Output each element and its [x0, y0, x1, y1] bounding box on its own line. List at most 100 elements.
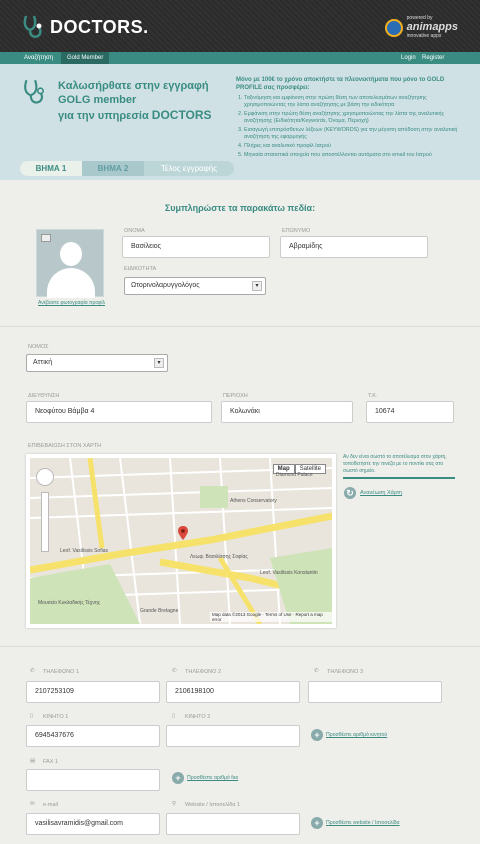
- map-street-label: Leof. Vasilissis Konstantin: [260, 570, 318, 576]
- welcome-banner: Καλωσήρθατε στην εγγραφή GOLG member για…: [0, 64, 480, 180]
- powered-brand: animapps: [406, 21, 458, 33]
- nav-bar: Αναζήτηση Gold Member Login Register: [0, 52, 480, 64]
- logo-text: DOCTORS.: [50, 16, 149, 37]
- phone2-label: ✆ ΤΗΛΕΦΩΝΟ 2: [172, 668, 222, 675]
- website-field[interactable]: [166, 813, 300, 835]
- phone-icon: ✆: [314, 668, 319, 674]
- avatar-head: [60, 242, 82, 266]
- doctors-logo[interactable]: DOCTORS.: [22, 14, 149, 40]
- refresh-map-button[interactable]: ↻ Ανανέωση Χάρτη: [344, 487, 402, 499]
- specialty-select[interactable]: Ωτορινολαρυγγολόγος ▾: [124, 277, 266, 295]
- surname-label: ΕΠΩΝΥΜΟ: [282, 228, 311, 234]
- benefit-item: Εμφάνιση στην πρώτη θέση αναζήτησης χρησ…: [244, 111, 462, 125]
- banner-title-3b: DOCTORS: [151, 108, 212, 122]
- powered-by-badge[interactable]: powered by animapps innovative apps: [384, 14, 458, 41]
- map-place-label: Athens Conservatory: [230, 498, 277, 504]
- step-1: ΒΗΜΑ 1: [20, 161, 82, 176]
- refresh-icon: ↻: [344, 487, 356, 499]
- fax-icon: ▤: [30, 758, 36, 764]
- profile-photo-placeholder[interactable]: [36, 229, 104, 298]
- mobile-icon: ▯: [172, 713, 176, 719]
- dropdown-caret-icon: ▾: [252, 281, 262, 291]
- stethoscope-icon: [24, 79, 44, 104]
- phone3-label: ✆ ΤΗΛΕΦΩΝΟ 3: [314, 668, 364, 675]
- add-mobile-button[interactable]: + Προσθέστε αριθμό κινητού: [311, 729, 387, 741]
- nav-register[interactable]: Register: [416, 52, 450, 64]
- surname-field[interactable]: Αβραμίδης: [280, 236, 428, 258]
- benefits-intro: Μόνο με 100€ το χρόνο αποκτήστε τα πλεον…: [236, 77, 445, 91]
- benefit-item: Ταξινόμηση και εμφάνιση στην πρώτη θέση …: [244, 95, 462, 109]
- avatar-body: [47, 268, 95, 298]
- banner-title-2: GOLG member: [58, 94, 137, 106]
- banner-title-1: Καλωσήρθατε στην εγγραφή: [58, 80, 209, 92]
- specialty-value: Ωτορινολαρυγγολόγος: [131, 282, 200, 289]
- fax1-field[interactable]: [26, 769, 160, 791]
- phone2-field[interactable]: 2106198100: [166, 681, 300, 703]
- upload-image-icon[interactable]: [41, 234, 51, 242]
- area-label: ΠΕΡΙΟΧΗ: [223, 393, 248, 399]
- plus-icon: +: [311, 729, 323, 741]
- mail-icon: ✉: [30, 801, 35, 807]
- map-pin-icon[interactable]: [178, 526, 188, 540]
- nav-search[interactable]: Αναζήτηση: [18, 52, 59, 64]
- mobile2-label: ▯ ΚΙΝΗΤΟ 2: [172, 713, 211, 720]
- benefits-panel: Μόνο με 100€ το χρόνο αποκτήστε τα πλεον…: [236, 76, 462, 161]
- name-field[interactable]: Βασίλειος: [122, 236, 270, 258]
- mobile2-field[interactable]: [166, 725, 300, 747]
- location-map[interactable]: Map Satellite Leof. Vasilissis Sofias Λε…: [26, 454, 336, 628]
- specialty-label: ΕΙΔΙΚΟΤΗΤΑ: [124, 266, 157, 272]
- zip-field[interactable]: 10674: [366, 401, 454, 423]
- phone1-field[interactable]: 2107253109: [26, 681, 160, 703]
- map-help-text: Αν δεν είναι σωστό το αποτέλεσμα στον χά…: [343, 454, 447, 474]
- link-icon: ⚲: [172, 801, 177, 807]
- add-mobile-label: Προσθέστε αριθμό κινητού: [326, 732, 388, 738]
- mobile-icon: ▯: [30, 713, 34, 719]
- phone3-field[interactable]: [308, 681, 442, 703]
- help-underline: [343, 477, 455, 479]
- phone1-label: ✆ ΤΗΛΕΦΩΝΟ 1: [30, 668, 80, 675]
- fax1-label: ▤ FAX 1: [30, 758, 58, 765]
- email-field[interactable]: vasilisavramidis@gmail.com: [26, 813, 160, 835]
- add-website-button[interactable]: + Προσθέστε website / Ιστοσελίδα: [311, 817, 400, 829]
- add-fax-button[interactable]: + Προσθέστε αριθμό fax: [172, 772, 238, 784]
- map-attribution[interactable]: Map data ©2013 Google · Terms of Use · R…: [210, 612, 332, 622]
- mobile1-field[interactable]: 6945437676: [26, 725, 160, 747]
- map-street-label: Leof. Vasilissis Sofias: [60, 548, 108, 554]
- zip-label: Τ.Κ.: [368, 393, 378, 399]
- map-pan-control[interactable]: [36, 468, 54, 486]
- map-zoom-control[interactable]: [41, 492, 49, 552]
- name-label: ΟΝΟΜΑ: [124, 228, 145, 234]
- benefit-item: Πλήρες και αναλυτικό προφίλ Ιατρού: [244, 143, 462, 150]
- nav-gold-member[interactable]: Gold Member: [61, 52, 110, 64]
- area-field[interactable]: Κολωνάκι: [221, 401, 353, 423]
- phone-icon: ✆: [30, 668, 35, 674]
- map-street-label: Λεωφ. Βασιλίσσης Σοφίας: [190, 554, 248, 560]
- map-place-label: Grande Bretagne: [140, 608, 179, 614]
- map-place-label: Μουσείο Κυκλαδικής Τέχνης: [38, 600, 101, 606]
- prefecture-label: ΝΟΜΟΣ: [28, 344, 49, 350]
- step-progress: ΒΗΜΑ 1 ΒΗΜΑ 2 Τέλος εγγραφής: [20, 161, 234, 176]
- form-title: Συμπληρώστε τα παρακάτω πεδία:: [164, 203, 316, 213]
- address-label: ΔΙΕΥΘΥΝΣΗ: [28, 393, 60, 399]
- address-field[interactable]: Νεοφύτου Βάμβα 4: [26, 401, 212, 423]
- benefit-item: Μηνιαία στατιστικά στοιχεία που αποστέλλ…: [244, 152, 462, 159]
- prefecture-select[interactable]: Αττική ▾: [26, 354, 168, 372]
- step-2: ΒΗΜΑ 2: [82, 161, 144, 176]
- banner-title-3: για την υπηρεσία DOCTORS: [58, 108, 212, 122]
- add-fax-label: Προσθέστε αριθμό fax: [187, 775, 239, 781]
- email-label: ✉ e-mail: [30, 801, 58, 808]
- banner-title-3a: για την υπηρεσία: [58, 110, 149, 122]
- map-place-label: Diamond Palace: [276, 472, 313, 478]
- powered-sub: innovative apps: [406, 33, 442, 39]
- divider: [0, 326, 480, 327]
- mobile1-label: ▯ ΚΙΝΗΤΟ 1: [30, 713, 69, 720]
- prefecture-value: Αττική: [33, 359, 53, 366]
- top-header: DOCTORS. powered by animapps innovative …: [0, 0, 480, 52]
- benefits-list: Ταξινόμηση και εμφάνιση στην πρώτη θέση …: [236, 95, 462, 159]
- phone-icon: ✆: [172, 668, 177, 674]
- stethoscope-icon: [23, 15, 42, 38]
- plus-icon: +: [311, 817, 323, 829]
- refresh-map-label: Ανανέωση Χάρτη: [360, 490, 403, 496]
- dropdown-caret-icon: ▾: [154, 358, 164, 368]
- upload-photo-link[interactable]: Ανέβαστε φωτογραφία προφίλ: [38, 300, 105, 306]
